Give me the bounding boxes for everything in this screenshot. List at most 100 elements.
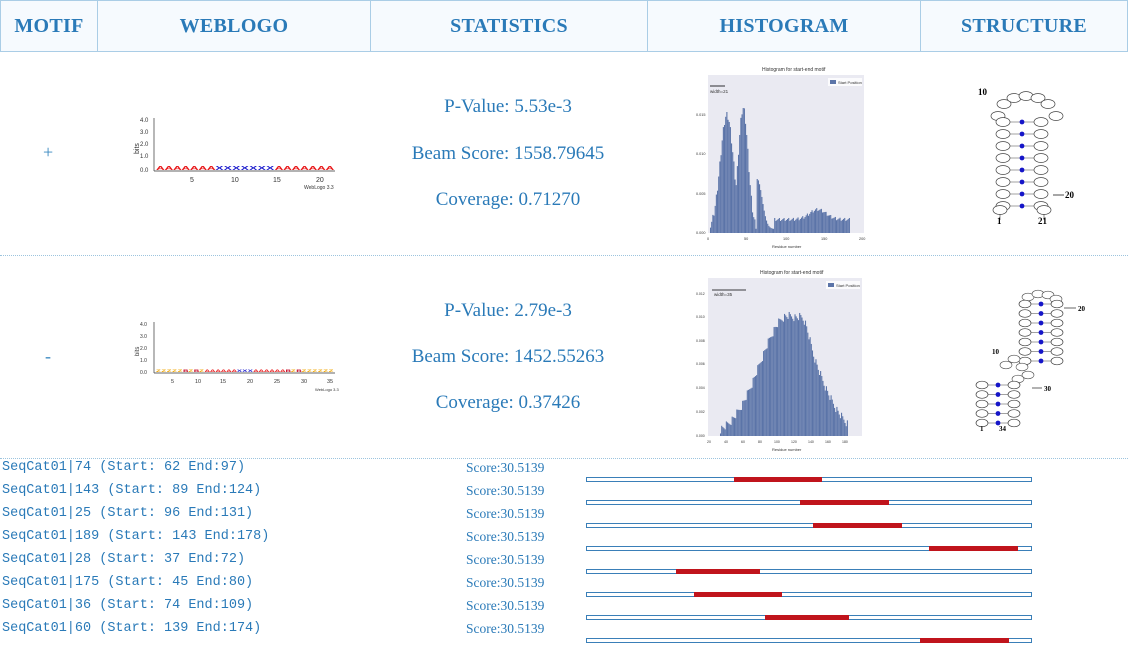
motif-hit-bar xyxy=(800,500,889,505)
hist-bar xyxy=(784,220,786,233)
motif-hit-bar xyxy=(928,546,1018,551)
hist-bar xyxy=(806,213,808,233)
logo-xtick: 5 xyxy=(171,379,174,385)
hist-bar xyxy=(792,318,794,436)
hist-bar xyxy=(782,321,784,436)
hist-bar xyxy=(841,219,843,233)
sequence-id[interactable]: SeqCat01|28 (Start: 37 End:72) xyxy=(2,552,245,567)
hist-bar xyxy=(748,172,750,233)
hist-bar xyxy=(741,114,743,233)
hist-bar xyxy=(811,350,814,436)
hist-bar xyxy=(785,219,787,233)
hist-xtick: 120 xyxy=(791,440,797,444)
col-header-motif: MOTIF xyxy=(0,0,98,52)
hist-bar xyxy=(768,225,770,233)
hist-ytick: 0.010 xyxy=(696,315,705,319)
hist-bar xyxy=(755,228,757,233)
hist-bar xyxy=(807,332,809,436)
structure-label: 30 xyxy=(1044,385,1052,393)
hist-bar xyxy=(760,190,762,233)
hist-bar xyxy=(786,317,788,436)
hist-bar xyxy=(740,409,743,436)
hist-bar xyxy=(784,313,786,436)
structure-label: 10 xyxy=(992,348,1000,356)
sequence-id[interactable]: SeqCat01|189 (Start: 143 End:178) xyxy=(2,529,269,544)
hist-title: Histogram for start-end motif xyxy=(762,67,826,73)
hist-bar xyxy=(845,220,847,233)
hist-bar xyxy=(746,134,748,233)
hist-bar xyxy=(735,185,737,233)
sequence-id[interactable]: SeqCat01|36 (Start: 74 End:109) xyxy=(2,598,253,613)
hist-bar xyxy=(813,210,815,233)
motif-hit-bar xyxy=(675,569,761,574)
hist-xtick: 100 xyxy=(774,440,780,444)
sequence-track xyxy=(586,477,1032,482)
hist-bar xyxy=(803,218,805,233)
hist-bar xyxy=(767,223,769,233)
sequence-id[interactable]: SeqCat01|175 (Start: 45 End:80) xyxy=(2,575,253,590)
hist-bar xyxy=(717,190,719,233)
logo-credit: WebLogo 3.3 xyxy=(315,387,339,392)
sequence-id[interactable]: SeqCat01|143 (Start: 89 End:124) xyxy=(2,483,261,498)
histogram-image: Histogram for start-end motif Start Posi… xyxy=(690,63,870,251)
hist-bar xyxy=(808,339,810,436)
hist-bar xyxy=(831,399,833,436)
sequence-score: Score:30.5139 xyxy=(466,506,545,521)
sequence-id[interactable]: SeqCat01|74 (Start: 62 End:97) xyxy=(2,460,245,475)
hist-xtick: 80 xyxy=(758,440,762,444)
sequence-track xyxy=(586,523,1032,528)
hist-bar xyxy=(814,362,816,436)
hist-bar xyxy=(742,108,744,233)
hist-bar xyxy=(713,215,715,233)
hist-bar xyxy=(776,219,778,233)
hist-bar xyxy=(802,216,804,233)
hist-xtick: 180 xyxy=(842,440,848,444)
logo-letter: Z xyxy=(156,370,161,373)
hist-bar xyxy=(829,399,831,436)
hist-bar xyxy=(781,219,783,233)
hist-bar xyxy=(735,418,737,436)
hist-bar xyxy=(824,212,826,233)
p-value: P-Value: 2.79e-3 xyxy=(444,300,572,321)
logo-xtick: 10 xyxy=(195,379,201,385)
hist-bar xyxy=(792,217,794,233)
hist-bar xyxy=(729,424,731,436)
hist-bar xyxy=(747,389,750,436)
sequence-score: Score:30.5139 xyxy=(466,529,545,544)
hist-xtick: 140 xyxy=(808,440,814,444)
hist-bar xyxy=(757,365,759,436)
hist-bar xyxy=(820,371,822,436)
sequence-id[interactable]: SeqCat01|60 (Start: 139 End:174) xyxy=(2,621,261,636)
hist-bar xyxy=(818,375,821,436)
hist-bar xyxy=(796,218,798,233)
hist-bar xyxy=(824,390,826,436)
hist-bar xyxy=(829,215,831,233)
col-header-histogram: HISTOGRAM xyxy=(647,0,921,52)
hist-bar xyxy=(842,416,844,436)
col-header-weblogo: WEBLOGO xyxy=(97,0,371,52)
hist-bar xyxy=(753,217,755,233)
hist-bar xyxy=(782,218,784,233)
hist-bar xyxy=(747,148,749,233)
hist-bar xyxy=(772,336,774,436)
hist-bar xyxy=(737,409,739,436)
hist-bar xyxy=(846,420,848,436)
hist-bar xyxy=(787,218,789,233)
hist-bar xyxy=(844,217,846,233)
hist-bar xyxy=(722,127,724,233)
hist-bar xyxy=(799,218,801,233)
hist-bar xyxy=(762,204,764,233)
hist-bar xyxy=(724,124,726,233)
hist-bar xyxy=(844,422,846,436)
histogram-image: Histogram for start-end motif Start Posi… xyxy=(690,266,870,454)
sequence-id[interactable]: SeqCat01|25 (Start: 96 End:131) xyxy=(2,506,253,521)
col-header-statistics: STATISTICS xyxy=(370,0,648,52)
hist-legend: Start Position xyxy=(836,283,860,288)
logo-xtick: 5 xyxy=(190,177,194,184)
hist-bar xyxy=(759,184,761,233)
logo-letter: Z xyxy=(291,370,296,373)
hist-bar xyxy=(724,429,726,436)
hist-bar xyxy=(817,369,819,436)
hist-bar xyxy=(788,311,790,436)
hist-bar xyxy=(836,220,838,233)
